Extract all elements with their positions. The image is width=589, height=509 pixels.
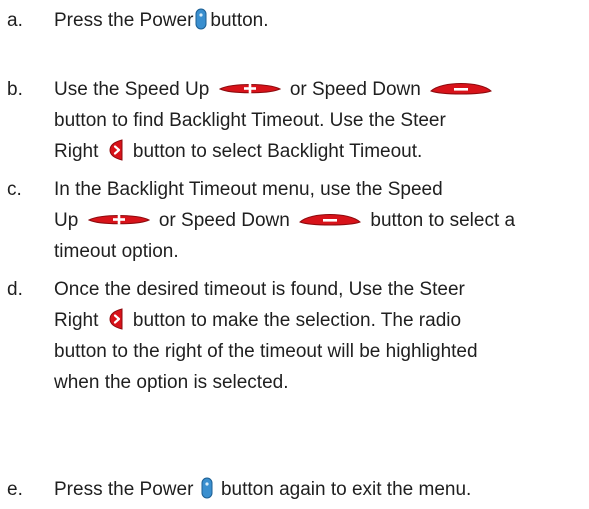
power-button-icon bbox=[201, 477, 213, 499]
step-marker: b. bbox=[7, 79, 23, 100]
step-text: In the Backlight Timeout menu, use the S… bbox=[54, 179, 443, 200]
power-button-icon bbox=[195, 8, 207, 30]
step-text: timeout option. bbox=[54, 241, 179, 262]
step-text: when the option is selected. bbox=[54, 372, 289, 393]
steer-right-button-icon bbox=[108, 139, 124, 161]
step-text: button again to exit the menu. bbox=[220, 479, 472, 500]
step-text: button to select a bbox=[370, 210, 516, 231]
speed-up-button-icon bbox=[88, 211, 150, 227]
step-text: Press the Power bbox=[54, 10, 194, 31]
step-marker: c. bbox=[7, 179, 22, 200]
step-text: Right bbox=[54, 141, 99, 162]
steer-right-button-icon bbox=[108, 308, 124, 330]
step-text: button to the right of the timeout will … bbox=[54, 341, 478, 362]
step-text: or Speed Down bbox=[158, 210, 290, 231]
speed-up-button-icon bbox=[219, 80, 281, 96]
speed-down-button-icon bbox=[430, 80, 492, 96]
step-text: Once the desired timeout is found, Use t… bbox=[54, 279, 465, 300]
step-text: button to make the selection. The radio bbox=[132, 310, 462, 331]
step-text: button to find Backlight Timeout. Use th… bbox=[54, 110, 446, 131]
step-text: button. bbox=[210, 10, 269, 31]
step-marker: d. bbox=[7, 279, 23, 300]
step-text: Right bbox=[54, 310, 99, 331]
step-text: Use the Speed Up bbox=[54, 79, 210, 100]
speed-down-button-icon bbox=[299, 211, 361, 227]
step-text: or Speed Down bbox=[289, 79, 421, 100]
step-marker: a. bbox=[7, 10, 23, 31]
step-text: Press the Power bbox=[54, 479, 194, 500]
step-text: button to select Backlight Timeout. bbox=[132, 141, 423, 162]
step-marker: e. bbox=[7, 479, 23, 500]
step-text: Up bbox=[54, 210, 79, 231]
